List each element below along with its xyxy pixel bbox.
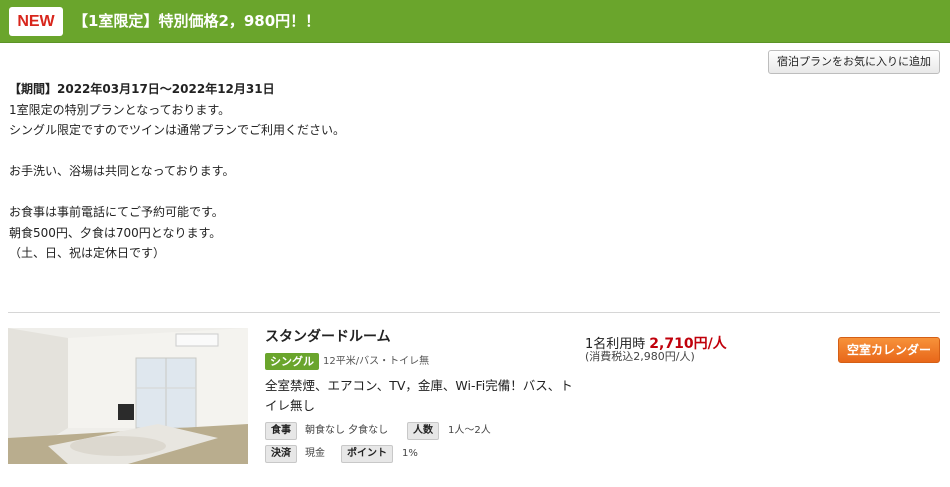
plan-description: 【期間】2022年03月17日～2022年12月31日 1室限定の特別プランとな…: [9, 79, 749, 264]
meal-label: 食事: [265, 422, 297, 440]
points-value: 1%: [402, 448, 418, 459]
description-line: お食事は事前電話にてご予約可能です。: [9, 205, 224, 219]
description-line: （土、日、祝は定休日です）: [9, 246, 166, 260]
people-label: 人数: [407, 422, 439, 440]
tax-included-price: (消費税込2,980円/人): [585, 350, 695, 363]
add-to-favorites-button[interactable]: 宿泊プランをお気に入りに追加: [768, 50, 940, 74]
room-photo[interactable]: [8, 328, 248, 464]
description-line: シングル限定ですのでツインは通常プランでご利用ください。: [9, 123, 346, 137]
description-line: お手洗い、浴場は共同となっております。: [9, 164, 235, 178]
description-line: 朝食500円、夕食は700円となります。: [9, 225, 222, 240]
points-label: ポイント: [341, 445, 393, 463]
room-photo-image: [8, 328, 248, 464]
payment-value: 現金: [305, 448, 325, 459]
new-badge: NEW: [9, 7, 63, 36]
description-line: 1室限定の特別プランとなっております。: [9, 102, 231, 117]
room-type-badge: シングル: [265, 353, 319, 370]
plan-period: 【期間】2022年03月17日～2022年12月31日: [9, 82, 275, 96]
plan-header: NEW 【1室限定】特別価格2，980円！！: [0, 0, 950, 43]
room-size: 12平米/バス・トイレ無: [323, 356, 430, 367]
meal-value: 朝食なし 夕食なし: [305, 425, 389, 436]
payment-label: 決済: [265, 445, 297, 463]
description-line: [9, 182, 749, 203]
room-name[interactable]: スタンダードルーム: [265, 328, 391, 346]
room-features: 全室禁煙、エアコン、TV，金庫、Wi-Fi完備！バス、トイレ無し: [265, 378, 573, 413]
section-divider: [8, 312, 940, 313]
plan-title[interactable]: 【1室限定】特別価格2，980円！！: [73, 11, 320, 31]
people-value: 1人〜2人: [448, 425, 491, 436]
description-line: [9, 141, 749, 162]
vacancy-calendar-button[interactable]: 空室カレンダー: [838, 337, 940, 363]
